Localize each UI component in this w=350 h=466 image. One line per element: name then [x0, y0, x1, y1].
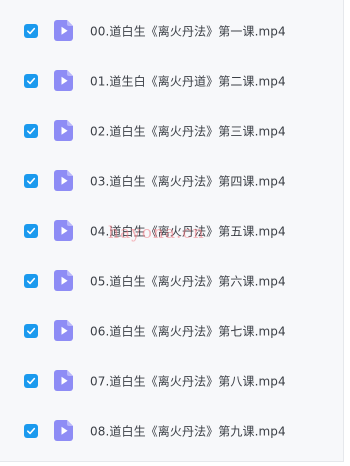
video-file-icon: [54, 320, 74, 341]
file-row[interactable]: 02.道白生《离火丹法》第三课.mp4: [0, 106, 343, 156]
file-name[interactable]: 02.道白生《离火丹法》第三课.mp4: [90, 123, 286, 140]
file-row[interactable]: 08.道白生《离火丹法》第九课.mp4: [0, 406, 343, 456]
file-row[interactable]: 06.道白生《离火丹法》第七课.mp4: [0, 306, 343, 356]
checkmark-icon: [27, 27, 36, 35]
checkmark-icon: [27, 77, 36, 85]
file-checkbox[interactable]: [24, 274, 38, 288]
checkmark-icon: [27, 227, 36, 235]
file-row[interactable]: 01.道生白《离火丹道》第二课.mp4: [0, 56, 343, 106]
file-row[interactable]: 00.道白生《离火丹法》第一课.mp4: [0, 6, 343, 56]
checkmark-icon: [27, 377, 36, 385]
video-file-icon: [54, 170, 74, 191]
file-checkbox[interactable]: [24, 324, 38, 338]
video-file-icon: [54, 120, 74, 141]
checkmark-icon: [27, 277, 36, 285]
video-file-icon: [54, 220, 74, 241]
file-name[interactable]: 05.道白生《离火丹法》第六课.mp4: [90, 273, 286, 290]
file-checkbox[interactable]: [24, 174, 38, 188]
file-name[interactable]: 06.道白生《离火丹法》第七课.mp4: [90, 323, 286, 340]
file-name[interactable]: 08.道白生《离火丹法》第九课.mp4: [90, 423, 286, 440]
file-checkbox[interactable]: [24, 374, 38, 388]
file-list: 00.道白生《离火丹法》第一课.mp4 01.道生白《离火丹道》第二课.mp4 …: [0, 0, 344, 462]
file-checkbox[interactable]: [24, 224, 38, 238]
file-checkbox[interactable]: [24, 424, 38, 438]
file-row[interactable]: 07.道白生《离火丹法》第八课.mp4: [0, 356, 343, 406]
file-row[interactable]: 05.道白生《离火丹法》第六课.mp4: [0, 256, 343, 306]
video-file-icon: [54, 270, 74, 291]
file-name[interactable]: 03.道白生《离火丹法》第四课.mp4: [90, 173, 286, 190]
file-name[interactable]: 01.道生白《离火丹道》第二课.mp4: [90, 73, 286, 90]
file-checkbox[interactable]: [24, 74, 38, 88]
file-checkbox[interactable]: [24, 24, 38, 38]
video-file-icon: [54, 20, 74, 41]
file-name[interactable]: 07.道白生《离火丹法》第八课.mp4: [90, 373, 286, 390]
file-row[interactable]: 04.道白生《离火丹法》第五课.mp4: [0, 206, 343, 256]
checkmark-icon: [27, 427, 36, 435]
checkmark-icon: [27, 127, 36, 135]
video-file-icon: [54, 420, 74, 441]
checkmark-icon: [27, 327, 36, 335]
file-row[interactable]: 03.道白生《离火丹法》第四课.mp4: [0, 156, 343, 206]
video-file-icon: [54, 70, 74, 91]
file-name[interactable]: 00.道白生《离火丹法》第一课.mp4: [90, 23, 286, 40]
file-name[interactable]: 04.道白生《离火丹法》第五课.mp4: [90, 223, 286, 240]
video-file-icon: [54, 370, 74, 391]
checkmark-icon: [27, 177, 36, 185]
file-checkbox[interactable]: [24, 124, 38, 138]
